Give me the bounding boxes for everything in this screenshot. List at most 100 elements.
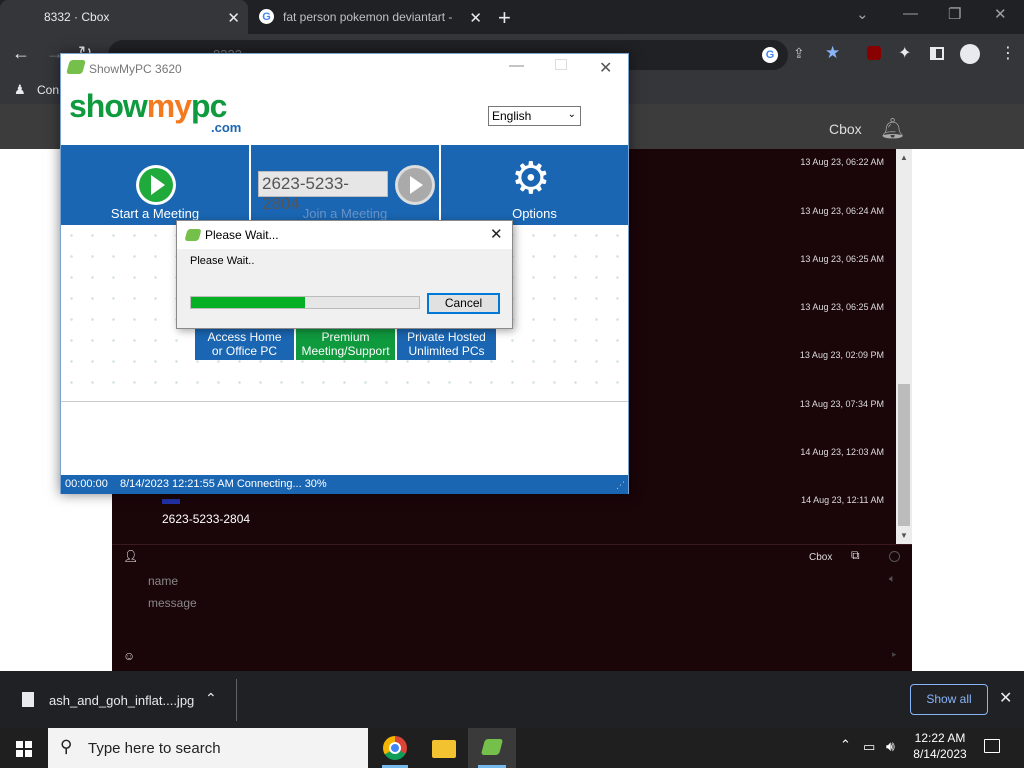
- minimize-icon[interactable]: —: [903, 5, 918, 22]
- download-bar: ash_and_goh_inflat....jpg ⌃ Show all ✕: [0, 671, 1024, 728]
- menu-kebab-icon[interactable]: ⋮: [1000, 43, 1016, 63]
- join-meeting-label: Join a Meeting: [302, 206, 388, 221]
- message-author-mark: [162, 499, 180, 504]
- premium-support-button[interactable]: Premium Meeting/Support: [296, 328, 395, 360]
- progress-bar: [190, 296, 420, 309]
- clock-date: 8/14/2023: [913, 747, 967, 761]
- message-timestamp: 13 Aug 23, 06:25 AM: [800, 254, 884, 264]
- close-download-bar-icon[interactable]: ✕: [999, 688, 1012, 708]
- dialog-message: Please Wait..: [190, 255, 255, 267]
- progress-fill: [191, 297, 305, 308]
- search-placeholder: Type here to search: [88, 740, 221, 757]
- emoji-icon[interactable]: ☺: [123, 649, 135, 663]
- join-play-icon[interactable]: [395, 165, 435, 205]
- restore-icon[interactable]: ❐: [948, 5, 961, 23]
- please-wait-dialog: Please Wait... ✕ Please Wait.. Cancel: [176, 220, 513, 329]
- extensions-puzzle-icon[interactable]: ✦: [898, 43, 911, 63]
- showmypc-app-icon: [184, 229, 202, 241]
- showmypc-app-icon: [480, 739, 504, 755]
- chevron-down-icon: ⌄: [567, 109, 576, 120]
- back-arrow-icon[interactable]: ←: [12, 43, 30, 64]
- google-favicon-icon: G: [259, 9, 274, 24]
- network-icon[interactable]: ▭: [863, 739, 875, 755]
- showmypc-taskbar-button[interactable]: [468, 728, 516, 768]
- tray-chevron-up-icon[interactable]: ⌃: [840, 737, 851, 753]
- taskbar-clock[interactable]: 12:22 AM 8/14/2023: [913, 731, 967, 761]
- tab-search-chevron-icon[interactable]: ⌄: [856, 5, 869, 23]
- notification-bell-icon[interactable]: 🔔︎: [880, 116, 905, 141]
- language-select[interactable]: English ⌄: [488, 106, 581, 126]
- resize-grip-icon[interactable]: ⋰: [616, 480, 625, 491]
- message-timestamp: 13 Aug 23, 06:25 AM: [800, 302, 884, 312]
- cbox-footer-label[interactable]: Cbox: [809, 552, 832, 563]
- send-arrow-icon[interactable]: ▸: [892, 649, 897, 660]
- start-meeting-button[interactable]: Start a Meeting: [61, 145, 249, 225]
- side-panel-icon[interactable]: [930, 47, 944, 60]
- close-icon[interactable]: ✕: [490, 225, 503, 243]
- showmypc-app-icon: [66, 60, 86, 74]
- file-explorer-taskbar-icon[interactable]: [432, 740, 456, 758]
- message-timestamp: 14 Aug 23, 12:03 AM: [800, 447, 884, 457]
- close-tab-icon[interactable]: ✕: [227, 9, 240, 27]
- ublock-icon[interactable]: [867, 46, 881, 60]
- name-input[interactable]: name: [148, 574, 178, 588]
- dialog-titlebar: Please Wait... ✕: [177, 221, 512, 249]
- tab-label: fat person pokemon deviantart -: [283, 10, 453, 24]
- bookmark-star-icon[interactable]: ★: [825, 43, 840, 63]
- volume-icon[interactable]: 🔊︎: [886, 738, 895, 755]
- status-elapsed: 00:00:00: [65, 478, 108, 490]
- close-icon[interactable]: ✕: [599, 58, 612, 78]
- close-window-icon[interactable]: ✕: [994, 5, 1007, 23]
- message-input[interactable]: message: [148, 596, 197, 610]
- google-lens-icon[interactable]: G: [762, 47, 778, 63]
- options-label: Options: [512, 206, 557, 221]
- file-icon: [22, 692, 34, 707]
- tab-label: 8332 · Cbox: [44, 10, 110, 24]
- access-home-button[interactable]: Access Home or Office PC: [195, 328, 294, 360]
- profile-avatar-icon[interactable]: [960, 44, 980, 64]
- language-value: English: [492, 109, 532, 123]
- message-timestamp: 13 Aug 23, 07:34 PM: [799, 399, 884, 409]
- share-icon[interactable]: ⇪: [793, 45, 805, 62]
- user-icon[interactable]: 👤︎: [123, 549, 138, 563]
- settings-circle-icon[interactable]: [889, 551, 900, 562]
- divider: [236, 679, 237, 721]
- close-tab-icon[interactable]: ✕: [469, 9, 482, 27]
- notification-center-icon[interactable]: [984, 739, 1000, 753]
- options-button[interactable]: ⚙ Options: [441, 145, 628, 225]
- showmypc-title: ShowMyPC 3620: [89, 62, 182, 76]
- popout-icon[interactable]: ⧉: [851, 548, 860, 563]
- message-timestamp: 13 Aug 23, 02:09 PM: [799, 350, 884, 360]
- tab-cbox[interactable]: 8332 · Cbox ✕: [0, 0, 248, 34]
- meeting-id-input[interactable]: 2623-5233-2804: [258, 171, 388, 213]
- gear-icon: ⚙: [511, 154, 551, 203]
- minimize-icon[interactable]: —: [509, 57, 524, 74]
- last-message-text: 2623-5233-2804: [162, 512, 251, 526]
- tab-search[interactable]: G fat person pokemon deviantart - ✕: [250, 0, 490, 34]
- private-hosted-button[interactable]: Private Hosted Unlimited PCs: [397, 328, 496, 360]
- bookmark-item[interactable]: Con: [37, 83, 59, 97]
- download-file-name[interactable]: ash_and_goh_inflat....jpg: [49, 693, 194, 708]
- message-timestamp: 14 Aug 23, 12:11 AM: [801, 495, 884, 505]
- chevron-up-icon[interactable]: ⌃: [205, 690, 217, 707]
- showmypc-logo: showmypc: [69, 88, 227, 124]
- chat-scrollbar-thumb[interactable]: [898, 384, 910, 526]
- status-bar: 00:00:00 8/14/2023 12:21:55 AM Connectin…: [61, 475, 628, 494]
- join-meeting-panel: 2623-5233-2804 Join a Meeting: [251, 145, 439, 225]
- windows-start-icon[interactable]: [16, 741, 32, 757]
- taskbar-search-box[interactable]: ⚲ Type here to search: [48, 728, 368, 768]
- play-icon: [136, 165, 176, 205]
- header-cbox-label: Cbox: [829, 121, 862, 137]
- chrome-taskbar-icon[interactable]: [383, 736, 407, 760]
- showmypc-titlebar: ShowMyPC 3620 — ✕: [61, 54, 628, 84]
- show-all-button[interactable]: Show all: [910, 684, 988, 715]
- new-tab-plus-icon[interactable]: +: [498, 5, 511, 31]
- clock-time: 12:22 AM: [914, 731, 966, 745]
- start-meeting-label: Start a Meeting: [110, 206, 200, 221]
- sound-icon[interactable]: 🔈︎: [889, 573, 896, 586]
- bookmark-favicon-icon: ♟: [14, 82, 26, 97]
- status-text: 8/14/2023 12:21:55 AM Connecting... 30%: [120, 478, 327, 490]
- search-icon: ⚲: [60, 737, 73, 756]
- cancel-button[interactable]: Cancel: [427, 293, 500, 314]
- divider: [61, 401, 628, 402]
